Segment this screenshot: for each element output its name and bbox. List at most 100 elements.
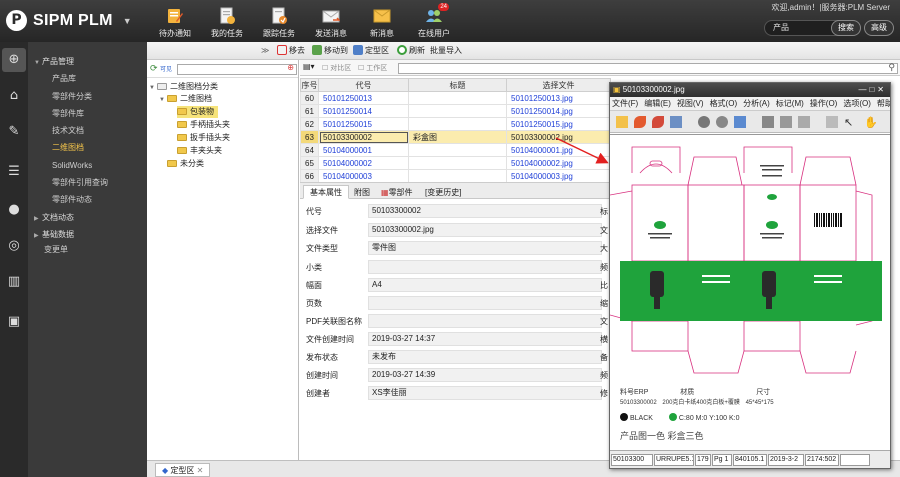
chevron-down-icon[interactable]: ▼ — [123, 16, 132, 26]
tab-basic-properties[interactable]: 基本属性 — [303, 185, 349, 199]
compare-area-filter[interactable]: ☐ 对比区 — [322, 63, 351, 73]
menu-options[interactable]: 选项(O) — [843, 99, 871, 108]
nav-tech-docs[interactable]: 技术文档 — [28, 124, 84, 138]
field-value[interactable]: 2019-03-27 14:39 — [368, 368, 602, 382]
text-icon[interactable] — [670, 116, 682, 128]
refresh-icon[interactable]: ⟳ — [150, 63, 158, 74]
search-icon[interactable]: ⚲ — [888, 62, 895, 73]
menu-format[interactable]: 格式(O) — [710, 99, 738, 108]
cell-file[interactable]: 50101250013.jpg — [506, 91, 611, 105]
tree-node-uncategorized[interactable]: 未分类 — [167, 158, 204, 170]
pan-hand-icon[interactable]: ✋ — [864, 116, 878, 129]
tree-node-chuck-clip[interactable]: 丰夹头夹 — [177, 145, 222, 157]
nav-change-order[interactable]: 变更单 — [28, 243, 68, 257]
field-value[interactable]: A4 — [368, 278, 602, 292]
cell-file[interactable]: 50104000003.jpg — [506, 169, 611, 183]
search-icon[interactable]: ⊕ — [287, 63, 294, 72]
chat-icon[interactable]: ● — [6, 202, 22, 218]
field-value[interactable]: 50103300002.jpg — [368, 223, 602, 237]
table-row[interactable]: 61 50101250014 50101250014.jpg — [300, 104, 611, 118]
col-header-file[interactable]: 选择文件 — [506, 78, 611, 92]
home-icon[interactable]: ⌂ — [6, 88, 22, 104]
visible-toggle[interactable]: 可见 — [160, 64, 172, 73]
table-row[interactable]: 66 50104000003 50104000003.jpg — [300, 169, 611, 183]
app-logo[interactable]: P SIPM PLM ▼ — [6, 10, 132, 31]
edit-icon[interactable]: ✎ — [6, 124, 22, 140]
toolbar-todo[interactable]: 待办通知 — [150, 4, 200, 39]
advanced-search-button[interactable]: 高级 — [864, 20, 894, 36]
cell-code[interactable]: 50101250014 — [318, 104, 409, 118]
close-icon[interactable]: ✕ — [877, 85, 887, 94]
tab-change-history[interactable]: [变更历史] — [418, 185, 468, 199]
move-out-button[interactable]: 移去 — [277, 45, 305, 57]
grid-search-input[interactable]: ⚲ — [398, 62, 898, 74]
page-view-icon[interactable] — [798, 116, 810, 128]
field-value[interactable] — [368, 296, 602, 310]
field-value[interactable] — [368, 260, 602, 274]
cell-file[interactable]: 50104000002.jpg — [506, 156, 611, 170]
nav-product-management[interactable]: ▼ 产品管理 — [28, 55, 74, 69]
open-folder-icon[interactable] — [616, 116, 628, 128]
nav-part-library[interactable]: 零部件库 — [28, 107, 84, 121]
cell-file[interactable]: 50103300002.jpg — [506, 130, 611, 144]
col-header-title[interactable]: 标题 — [408, 78, 507, 92]
copy-icon[interactable] — [734, 116, 746, 128]
tree-search-input[interactable]: ⊕ — [177, 63, 297, 75]
close-icon[interactable]: ✕ — [197, 466, 204, 475]
document-icon[interactable] — [826, 116, 838, 128]
collapse-chevron-icon[interactable]: ≫ — [261, 45, 269, 57]
batch-import-button[interactable]: 批量导入 — [430, 45, 462, 57]
field-value[interactable]: 零件图 — [368, 241, 602, 255]
fixed-area-button[interactable]: 定型区 — [353, 45, 389, 57]
grid-view-icon[interactable] — [762, 116, 774, 128]
tab-parts[interactable]: ▦零部件 — [374, 185, 420, 199]
view-menu-icon[interactable]: ▤▾ — [303, 62, 315, 71]
table-row[interactable]: 64 50104000001 50104000001.jpg — [300, 143, 611, 157]
tree-node-2d-drawings[interactable]: ▼ 二维图档 — [159, 93, 212, 105]
tab-attached-drawings[interactable]: 附图 — [347, 185, 377, 199]
nav-part-reference-query[interactable]: 零部件引用查询 — [28, 176, 108, 190]
cell-code[interactable]: 50104000001 — [318, 143, 409, 157]
tree-node-wrench-clip[interactable]: 扳手插头夹 — [177, 132, 230, 144]
toolbar-my-task[interactable]: 我的任务 — [202, 4, 252, 39]
toolbar-new-message[interactable]: 新消息 — [357, 4, 407, 39]
split-view-icon[interactable] — [780, 116, 792, 128]
toolbar-send-message[interactable]: 发送消息 — [306, 4, 356, 39]
cell-file[interactable]: 50101250015.jpg — [506, 117, 611, 131]
minimize-icon[interactable]: — — [858, 85, 869, 94]
cell-code[interactable]: 50101250015 — [318, 117, 409, 131]
cell-code[interactable]: 50101250013 — [318, 91, 409, 105]
nav-part-category[interactable]: 零部件分类 — [28, 90, 92, 104]
tree-node-root[interactable]: ▼ 二维图档分类 — [149, 81, 218, 93]
product-module-icon[interactable]: ⊕ — [2, 48, 26, 72]
nav-part-activity[interactable]: 零部件动态 — [28, 193, 92, 207]
table-row[interactable]: 60 50101250013 50101250013.jpg — [300, 91, 611, 105]
refresh-button[interactable]: 刷新 — [397, 45, 425, 57]
brush-icon[interactable] — [634, 116, 646, 128]
cell-file[interactable]: 50104000001.jpg — [506, 143, 611, 157]
work-area-filter[interactable]: ☐ 工作区 — [358, 63, 387, 73]
field-value[interactable]: XS李佳丽 — [368, 386, 602, 400]
viewer-title-bar[interactable]: ▣ 50103300002.jpg —□✕ — [610, 83, 890, 97]
menu-help[interactable]: 帮助(H) — [877, 99, 890, 108]
field-value[interactable]: 50103300002 — [368, 204, 602, 218]
cell-code[interactable]: 50104000002 — [318, 156, 409, 170]
col-header-code[interactable]: 代号 — [318, 78, 409, 92]
nav-2d-drawings[interactable]: 二维图档 — [28, 141, 84, 155]
field-value[interactable]: 未发布 — [368, 350, 602, 364]
zoom-icon[interactable] — [716, 116, 728, 128]
cursor-icon[interactable]: ↖ — [844, 116, 856, 129]
menu-view[interactable]: 视图(V) — [677, 99, 704, 108]
print-icon[interactable] — [698, 116, 710, 128]
menu-file[interactable]: 文件(F) — [612, 99, 638, 108]
drawing-canvas[interactable]: 料号ERP 材质 尺寸 50103300002 200克白卡纸400克白板+覆膜… — [610, 134, 890, 448]
toolbar-online-users[interactable]: 24 在线用户 — [409, 3, 459, 39]
image-viewer-window[interactable]: ▣ 50103300002.jpg —□✕ 文件(F) 编辑(E) 视图(V) 格式(… — [609, 82, 891, 469]
toolbar-track-task[interactable]: 跟踪任务 — [254, 4, 304, 39]
nav-basic-data[interactable]: ▶ 基础数据 — [28, 228, 74, 242]
id-card-icon[interactable]: ▣ — [6, 314, 22, 330]
table-row[interactable]: 65 50104000002 50104000002.jpg — [300, 156, 611, 170]
menu-edit[interactable]: 编辑(E) — [644, 99, 671, 108]
signal-icon[interactable]: ◎ — [6, 238, 22, 254]
field-value[interactable] — [368, 314, 602, 328]
